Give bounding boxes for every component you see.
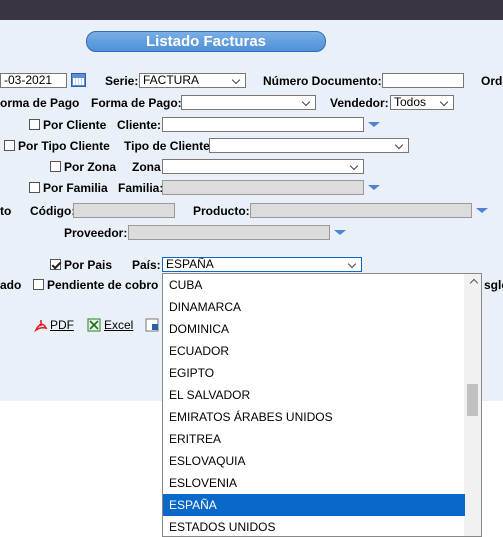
por-pais-label: Por Pais bbox=[64, 258, 113, 272]
forma-pago-label: Forma de Pago: bbox=[91, 96, 182, 110]
por-pais-checkbox[interactable] bbox=[50, 259, 61, 270]
pendiente-cobro-label: Pendiente de cobro bbox=[47, 278, 159, 292]
producto-label: Producto: bbox=[193, 204, 250, 218]
dropdown-scrollbar[interactable] bbox=[464, 274, 481, 536]
serie-label: Serie: bbox=[105, 74, 139, 88]
country-option[interactable]: CUBA bbox=[163, 274, 465, 296]
por-zona-checkbox[interactable] bbox=[50, 161, 61, 172]
page-title: Listado Facturas bbox=[86, 31, 326, 52]
country-option[interactable]: ESLOVENIA bbox=[163, 472, 465, 494]
date-input[interactable]: -03-2021 bbox=[0, 73, 67, 88]
vendedor-select[interactable]: Todos bbox=[390, 95, 454, 110]
tipo-cliente-select[interactable] bbox=[209, 138, 409, 153]
window-top-bar bbox=[0, 0, 503, 20]
word-icon[interactable] bbox=[145, 318, 159, 332]
por-familia-checkbox[interactable] bbox=[29, 182, 40, 193]
cliente-label: Cliente: bbox=[117, 118, 162, 132]
serie-select[interactable]: FACTURA bbox=[139, 73, 246, 88]
familia-input[interactable] bbox=[162, 180, 364, 195]
export-pdf-link[interactable]: PDF bbox=[50, 318, 74, 332]
codigo-label: Código: bbox=[30, 204, 76, 218]
country-option[interactable]: ESTADOS UNIDOS bbox=[163, 516, 465, 536]
pais-select[interactable]: ESPAÑA bbox=[162, 257, 362, 272]
row10-right-label: sglo bbox=[484, 278, 503, 292]
zona-select[interactable] bbox=[162, 159, 364, 174]
numero-documento-label: Número Documento: bbox=[263, 74, 382, 88]
familia-label: Familia: bbox=[118, 181, 164, 195]
country-option[interactable]: EGIPTO bbox=[163, 362, 465, 384]
producto-lookup-icon[interactable] bbox=[476, 208, 488, 213]
por-familia-label: Por Familia bbox=[43, 181, 108, 195]
por-cliente-checkbox[interactable] bbox=[29, 119, 40, 130]
numero-documento-input[interactable] bbox=[382, 73, 464, 88]
pdf-icon[interactable] bbox=[34, 318, 48, 332]
proveedor-input[interactable] bbox=[128, 225, 330, 240]
forma-pago-check-label: orma de Pago bbox=[0, 96, 80, 110]
producto-input[interactable] bbox=[250, 203, 472, 218]
codigo-input[interactable] bbox=[73, 203, 175, 218]
proveedor-label: Proveedor: bbox=[64, 226, 128, 240]
vendedor-label: Vendedor: bbox=[330, 96, 389, 110]
proveedor-lookup-icon[interactable] bbox=[334, 230, 346, 235]
por-cliente-label: Por Cliente bbox=[43, 118, 107, 132]
row7-prefix-label: to bbox=[0, 204, 12, 218]
por-tipo-cliente-label: Por Tipo Cliente bbox=[18, 139, 110, 153]
export-excel-link[interactable]: Excel bbox=[104, 318, 133, 332]
country-option[interactable]: ECUADOR bbox=[163, 340, 465, 362]
country-option[interactable]: DINAMARCA bbox=[163, 296, 465, 318]
por-zona-label: Por Zona bbox=[64, 160, 117, 174]
country-option[interactable]: EL SALVADOR bbox=[163, 384, 465, 406]
country-option[interactable]: ESLOVAQUIA bbox=[163, 450, 465, 472]
country-option[interactable]: ERITREA bbox=[163, 428, 465, 450]
country-option[interactable]: EMIRATOS ÁRABES UNIDOS bbox=[163, 406, 465, 428]
tipo-cliente-label: Tipo de Cliente bbox=[124, 139, 210, 153]
country-option[interactable]: DOMINICA bbox=[163, 318, 465, 340]
country-option[interactable]: ESPAÑA bbox=[163, 494, 465, 516]
cliente-lookup-icon[interactable] bbox=[368, 122, 380, 127]
scrollbar-thumb[interactable] bbox=[467, 384, 478, 416]
forma-pago-select[interactable] bbox=[181, 95, 316, 110]
por-tipo-cliente-checkbox[interactable] bbox=[4, 140, 15, 151]
pais-label: País: bbox=[132, 258, 161, 272]
row10-prefix-label: ado bbox=[0, 278, 22, 292]
pendiente-cobro-checkbox[interactable] bbox=[33, 279, 44, 290]
familia-lookup-icon[interactable] bbox=[368, 185, 380, 190]
calendar-icon[interactable] bbox=[71, 73, 86, 87]
country-dropdown-list[interactable]: CUBA DINAMARCA DOMINICA ECUADOR EGIPTO EL SAL… bbox=[162, 273, 482, 537]
orden-label: Ord bbox=[481, 74, 503, 88]
excel-icon[interactable] bbox=[87, 318, 101, 332]
cliente-input[interactable] bbox=[162, 117, 364, 132]
zona-label: Zona bbox=[132, 160, 161, 174]
scroll-up-icon[interactable] bbox=[469, 278, 479, 288]
